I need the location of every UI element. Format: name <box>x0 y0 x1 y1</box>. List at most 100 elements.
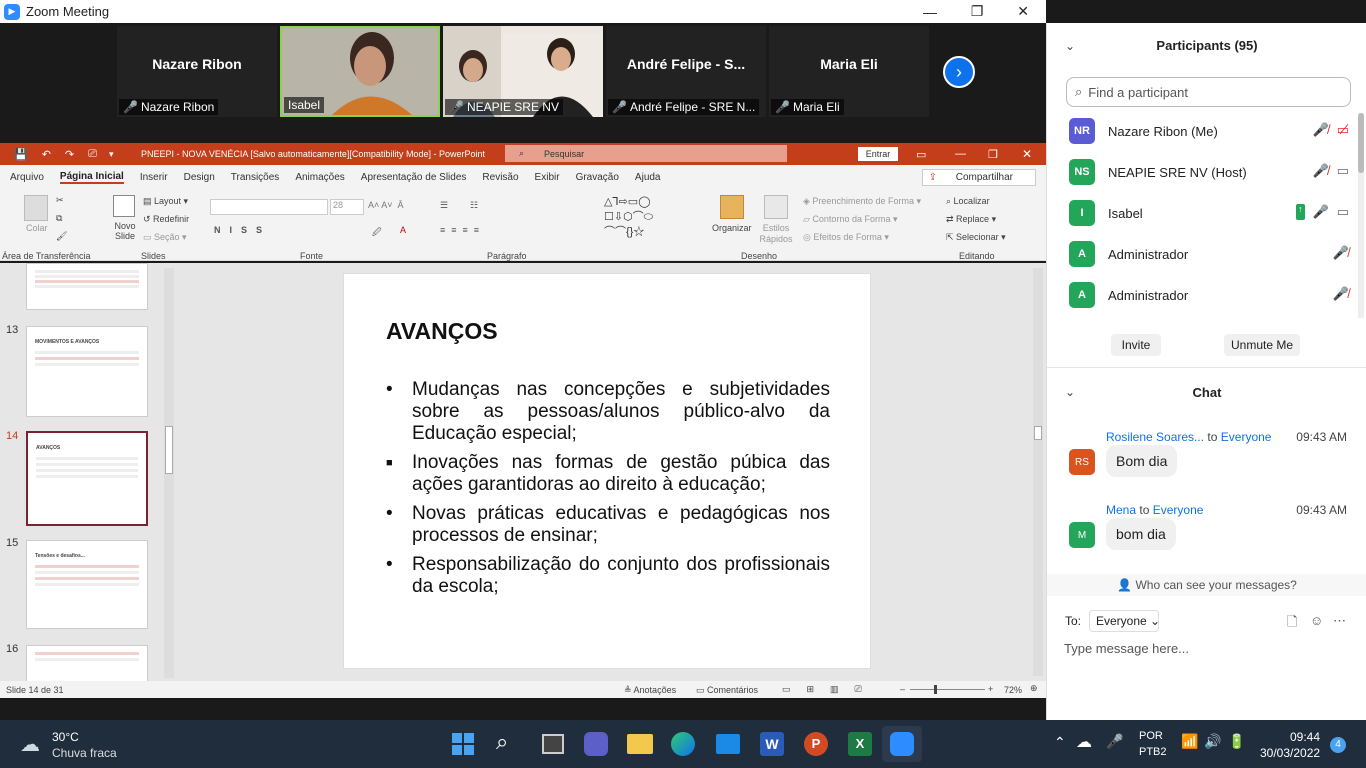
file-icon[interactable]: 🗋 <box>1287 613 1297 635</box>
fit-slide-icon[interactable]: ⊕ <box>1030 683 1038 694</box>
font-color-icon[interactable]: A <box>400 225 406 235</box>
muted-mic-icon[interactable]: 🎤̸ <box>1333 245 1349 261</box>
slide-bullet[interactable]: Inovações nas formas de gestão púbica da… <box>386 452 830 496</box>
word-icon[interactable]: W <box>760 732 784 756</box>
slide-bullet[interactable]: Responsabilização do conjunto dos profis… <box>386 554 830 598</box>
video-icon[interactable]: ▭ <box>1337 163 1349 179</box>
chat-message-input[interactable]: Type message here... <box>1064 641 1189 656</box>
teams-chat-icon[interactable] <box>584 732 608 756</box>
shape-effects-button[interactable]: ◎ Efeitos de Forma ▾ <box>803 232 889 243</box>
redo-icon[interactable]: ↷ <box>65 148 74 161</box>
shapes-gallery[interactable]: △⅂⇨▭◯ ☐⇩⬡⌒⬭ ⌒⌒{}☆ <box>604 195 700 238</box>
slide-thumbnail-selected[interactable]: AVANÇOS <box>26 431 148 526</box>
sign-in-button[interactable]: Entrar <box>858 147 898 161</box>
zoom-in-icon[interactable]: + <box>988 684 993 694</box>
arrange-button[interactable]: Organizar <box>712 223 752 233</box>
video-tile-active[interactable]: Isabel <box>280 26 440 117</box>
slide-bullet[interactable]: Mudanças nas concepções e subjetividades… <box>386 379 830 445</box>
shape-outline-button[interactable]: ▱ Contorno da Forma ▾ <box>803 214 898 225</box>
quick-access-dropdown-icon[interactable]: ▾ <box>109 149 114 160</box>
edge-icon[interactable] <box>671 732 695 756</box>
invite-button[interactable]: Invite <box>1111 334 1161 356</box>
slide-bullet[interactable]: Novas práticas educativas e pedagógicas … <box>386 503 830 547</box>
save-icon[interactable]: 💾 <box>14 148 28 161</box>
tab-ajuda[interactable]: Ajuda <box>635 172 661 183</box>
tab-pagina-inicial[interactable]: Página Inicial <box>59 171 124 184</box>
select-button[interactable]: ⇱ Selecionar ▾ <box>946 232 1006 243</box>
arrange-icon[interactable] <box>720 195 744 219</box>
tab-arquivo[interactable]: Arquivo <box>10 172 44 183</box>
paste-button[interactable]: Colar <box>26 223 48 233</box>
font-size-controls[interactable]: A˄ A˅ Ā <box>368 200 404 210</box>
chat-scrollbar[interactable] <box>1358 418 1364 568</box>
align-icons[interactable]: ≡≡≡≡ <box>440 225 485 235</box>
find-button[interactable]: ⌕ Localizar <box>946 196 990 207</box>
mic-icon[interactable]: 🎤 <box>1313 204 1329 220</box>
zoom-slider[interactable] <box>910 685 985 694</box>
recipient-select[interactable]: Everyone ⌄ <box>1089 610 1160 632</box>
participant-row[interactable]: NR Nazare Ribon (Me) 🎤̸ ▭̸ <box>1069 118 1349 144</box>
paste-icon[interactable] <box>24 195 48 221</box>
task-view-icon[interactable] <box>542 734 564 754</box>
reset-button[interactable]: ↺ Redefinir <box>143 214 189 225</box>
language-indicator[interactable]: POR <box>1139 730 1163 742</box>
tab-apresentacao[interactable]: Apresentação de Slides <box>361 172 467 183</box>
slide-thumbnail[interactable] <box>26 263 148 310</box>
excel-icon[interactable]: X <box>848 732 872 756</box>
mail-icon[interactable] <box>716 734 740 754</box>
view-buttons[interactable]: ▭⊞▥⎚ <box>782 684 878 695</box>
close-button[interactable]: ✕ <box>1017 3 1029 20</box>
weather-desc[interactable]: Chuva fraca <box>52 746 117 760</box>
slide-thumbnail[interactable]: MOVIMENTOS E AVANÇOS <box>26 326 148 417</box>
font-style-buttons[interactable]: NISS <box>214 225 271 235</box>
numbering-icon[interactable]: ☷ <box>470 200 478 211</box>
ppt-minimize-icon[interactable]: — <box>955 148 966 160</box>
zoom-level[interactable]: 72% <box>1004 685 1022 695</box>
video-tile[interactable]: 🎤 NEAPIE SRE NV <box>443 26 603 117</box>
zoom-out-icon[interactable]: – <box>900 684 905 694</box>
video-off-icon[interactable]: ▭̸ <box>1337 122 1349 138</box>
microphone-icon[interactable]: 🎤 <box>1106 733 1123 750</box>
video-tile[interactable]: Maria Eli 🎤 Maria Eli <box>769 26 929 117</box>
current-slide[interactable]: AVANÇOS Mudanças nas concepções e subjet… <box>343 273 871 669</box>
next-page-button[interactable]: › <box>943 56 975 88</box>
participant-search-input[interactable]: ⌕ Find a participant <box>1066 77 1351 107</box>
shape-fill-button[interactable]: ◈ Preenchimento de Forma ▾ <box>803 196 921 207</box>
start-icon[interactable] <box>452 733 474 755</box>
copy-icon[interactable]: ⧉ <box>56 213 62 224</box>
comments-button[interactable]: ▭ Comentários <box>696 685 758 696</box>
quick-styles-icon[interactable] <box>764 195 788 219</box>
wifi-icon[interactable]: 📶 <box>1181 733 1198 750</box>
notification-badge[interactable]: 4 <box>1330 737 1346 753</box>
restore-button[interactable]: ❐ <box>971 3 984 20</box>
highlight-color-icon[interactable]: 🖉 <box>372 225 382 241</box>
powerpoint-icon[interactable]: P <box>804 732 828 756</box>
file-explorer-icon[interactable] <box>627 734 653 754</box>
font-size-select[interactable]: 28 <box>330 199 364 215</box>
new-slide-icon[interactable] <box>113 195 135 217</box>
thumbnail-scrollbar[interactable] <box>164 268 174 678</box>
video-tile[interactable]: André Felipe - S... 🎤 André Felipe - SRE … <box>606 26 766 117</box>
minimize-button[interactable]: — <box>923 4 937 20</box>
undo-icon[interactable]: ↶ <box>42 148 51 161</box>
clock-date[interactable]: 30/03/2022 <box>1260 746 1320 760</box>
participants-scrollbar[interactable] <box>1358 113 1364 318</box>
video-icon[interactable]: ▭ <box>1337 204 1349 220</box>
present-icon[interactable]: ⎚ <box>88 148 97 161</box>
tab-design[interactable]: Design <box>184 172 215 183</box>
share-button[interactable]: ⇪ Compartilhar <box>921 169 1036 186</box>
bullets-icon[interactable]: ☰ <box>440 200 448 211</box>
weather-cloud-icon[interactable]: ☁ <box>20 732 40 757</box>
emoji-icon[interactable]: ☺ <box>1310 613 1323 628</box>
who-can-see-link[interactable]: 👤 Who can see your messages? <box>1047 574 1366 596</box>
battery-icon[interactable]: 🔋 <box>1228 733 1245 750</box>
cut-icon[interactable]: ✂ <box>56 195 64 206</box>
font-name-select[interactable] <box>210 199 328 215</box>
tab-animacoes[interactable]: Animações <box>295 172 344 183</box>
weather-temp[interactable]: 30°C <box>52 730 79 744</box>
chevron-up-icon[interactable]: ⌃ <box>1054 734 1066 751</box>
layout-button[interactable]: ▤ Layout ▾ <box>143 196 188 207</box>
tab-transicoes[interactable]: Transições <box>231 172 280 183</box>
participant-row[interactable]: A Administrador 🎤̸ <box>1069 282 1349 308</box>
tab-gravacao[interactable]: Gravação <box>576 172 619 183</box>
